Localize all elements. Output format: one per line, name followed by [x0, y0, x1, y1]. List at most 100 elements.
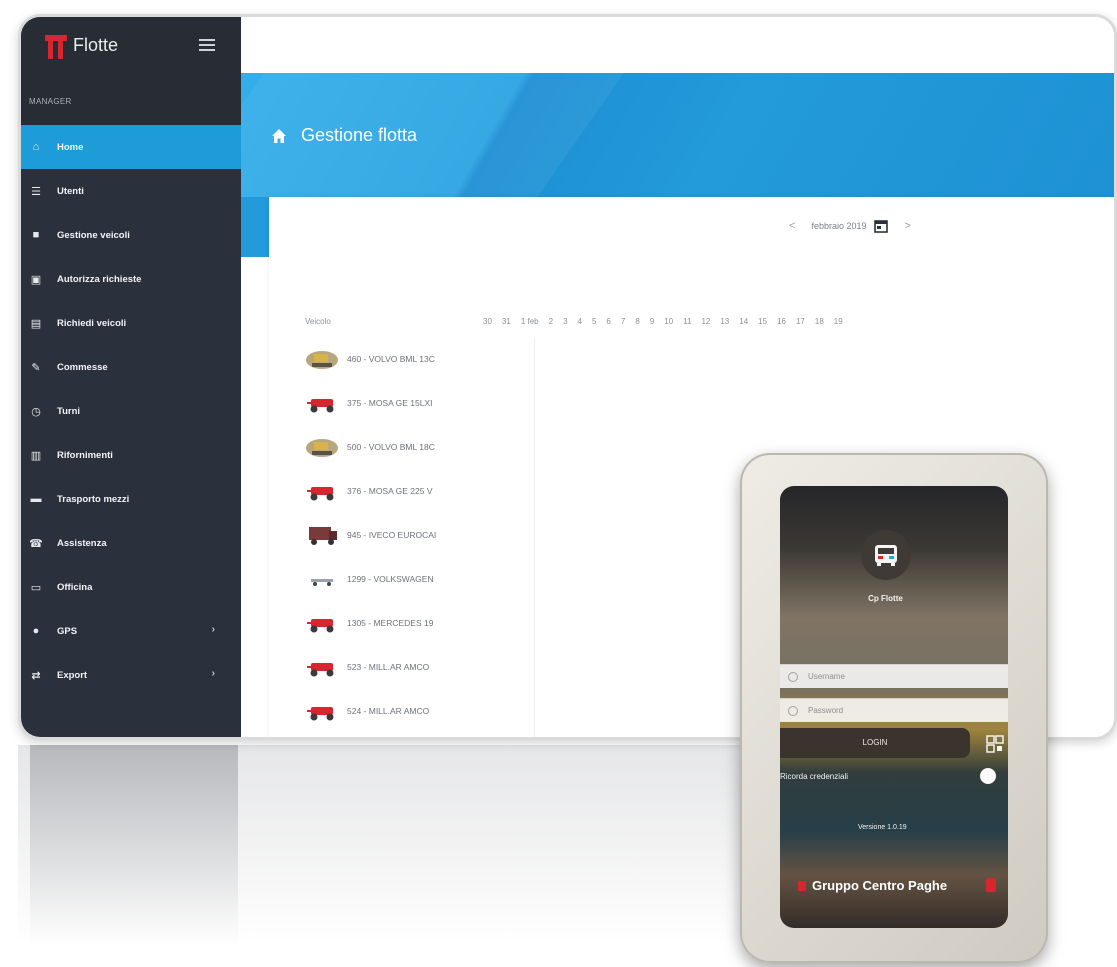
sidebar-item-label: Commesse: [57, 361, 108, 373]
day-headers: 30 31 1 feb 2 3 4 5 6 7 8 9 10 11 12 13 14 15 16 17 18 19: [483, 317, 853, 326]
sidebar-item-turni[interactable]: ◷ Turni: [21, 389, 241, 433]
sidebar-item-gestione-veicoli[interactable]: ■ Gestione veicoli: [21, 213, 241, 257]
sidebar-item-export[interactable]: ⇄ Export ›: [21, 653, 241, 697]
footer-brand-text: Gruppo Centro Paghe: [812, 878, 948, 893]
fuel-icon: ▥: [30, 449, 42, 462]
sidebar-item-label: Export: [57, 669, 88, 681]
car-icon: ■: [32, 229, 40, 241]
vehicle-row[interactable]: 1305 - MERCEDES 19: [305, 601, 436, 645]
vehicle-label: 460 - VOLVO BML 13C: [347, 354, 435, 364]
sidebar-item-gps[interactable]: ● GPS ›: [21, 609, 241, 653]
footer-brand: Gruppo Centro Paghe: [798, 878, 947, 893]
vehicle-row[interactable]: 375 - MOSA GE 15LXI: [305, 381, 436, 425]
sidebar-item-label: Turni: [57, 405, 81, 417]
vehicle-row[interactable]: 376 - MOSA GE 225 V: [305, 469, 436, 513]
username-placeholder: Username: [808, 672, 845, 681]
day-header: 13: [720, 317, 730, 326]
vehicle-label: 1299 - VOLKSWAGEN: [347, 574, 434, 584]
vehicle-row[interactable]: 898 - ATLAS COPCO I: [305, 733, 436, 737]
day-header: 18: [814, 317, 824, 326]
garage-icon: ▭: [30, 581, 42, 594]
version-label: Versione 1.0.19: [858, 824, 907, 831]
day-header: 3: [563, 317, 568, 326]
chevron-right-icon: ›: [211, 668, 215, 679]
home-icon: ⌂: [32, 141, 40, 153]
vehicle-row[interactable]: 500 - VOLVO BML 18C: [305, 425, 436, 469]
month-label: febbraio 2019: [811, 221, 867, 231]
sidebar-item-officina[interactable]: ▭ Officina: [21, 565, 241, 609]
day-header: 11: [683, 317, 692, 326]
brand-mark-right-icon: [986, 878, 996, 892]
vehicle-thumbnail-icon: [305, 480, 339, 502]
vehicle-label: 523 - MILL.AR AMCO: [347, 662, 430, 672]
phone-icon: ☎: [29, 537, 43, 550]
vehicle-list: 460 - VOLVO BML 13C 375 - MOSA GE 15LXI 50…: [305, 337, 436, 737]
app-logo-icon: [861, 530, 911, 580]
sidebar: Flotte MANAGER ⌂ Home ☰ Utenti ■ Gestione vei…: [21, 17, 241, 737]
vehicle-thumbnail-icon: [305, 392, 339, 414]
sidebar-item-assistenza[interactable]: ☎ Assistenza: [21, 521, 241, 565]
day-header: 10: [664, 317, 674, 326]
day-header: 30: [483, 317, 492, 326]
remember-credentials-label: Ricorda credenziali: [780, 772, 849, 781]
vehicle-row[interactable]: 945 - IVECO EUROCAI: [305, 513, 436, 557]
vehicle-label: 375 - MOSA GE 15LXI: [347, 398, 433, 408]
page-title: Gestione flotta: [271, 125, 417, 146]
sidebar-item-rifornimenti[interactable]: ▥ Rifornimenti: [21, 433, 241, 477]
next-month-button[interactable]: >: [904, 220, 910, 232]
qr-code-icon[interactable]: [986, 735, 1004, 753]
sidebar-item-label: Autorizza richieste: [57, 273, 142, 285]
chevron-right-icon: ›: [211, 624, 215, 635]
vehicle-thumbnail-icon: [305, 568, 339, 590]
vehicle-row[interactable]: 1299 - VOLKSWAGEN: [305, 557, 436, 601]
sidebar-item-autorizza-richieste[interactable]: ▣ Autorizza richieste: [21, 257, 241, 301]
password-placeholder: Password: [808, 706, 844, 715]
vehicle-row[interactable]: 460 - VOLVO BML 13C: [305, 337, 436, 381]
phone-mockup: Cp Flotte Username Password LOGIN Ricord…: [740, 453, 1048, 963]
remember-credentials-toggle[interactable]: [980, 768, 996, 784]
clock-icon: ◷: [31, 405, 41, 418]
sidebar-item-label: Gestione veicoli: [57, 229, 130, 241]
sidebar-nav: ⌂ Home ☰ Utenti ■ Gestione veicoli ▣ Autorizza …: [21, 125, 241, 697]
sidebar-item-commesse[interactable]: ✎ Commesse: [21, 345, 241, 389]
vehicle-label: 500 - VOLVO BML 18C: [347, 442, 435, 452]
lock-icon: [788, 705, 798, 716]
sidebar-item-label: Richiedi veicoli: [57, 317, 127, 329]
truck-icon: ▬: [30, 493, 42, 505]
app-name: Flotte: [73, 35, 119, 55]
mobile-login-screen: Cp Flotte Username Password LOGIN Ricord…: [780, 486, 1008, 928]
vehicle-thumbnail-icon: [305, 524, 339, 546]
day-header: 17: [795, 317, 805, 326]
day-header: 6: [606, 317, 611, 326]
page-title-text: Gestione flotta: [301, 125, 418, 145]
menu-toggle-icon[interactable]: [199, 39, 215, 53]
day-header: 31: [501, 317, 511, 326]
password-field[interactable]: Password: [780, 698, 1008, 722]
day-header: 15: [758, 317, 768, 326]
sidebar-item-home[interactable]: ⌂ Home: [21, 125, 241, 169]
sidebar-item-label: Home: [57, 141, 84, 153]
inbox-icon: ▣: [30, 273, 42, 286]
prev-month-button[interactable]: <: [789, 220, 795, 232]
page-banner: Gestione flotta: [241, 73, 1114, 197]
vehicle-column-header: Veicolo: [305, 317, 331, 326]
mobile-app-name: Cp Flotte: [868, 594, 903, 603]
vehicle-row[interactable]: 524 - MILL.AR AMCO: [305, 689, 436, 733]
sidebar-item-trasporto-mezzi[interactable]: ▬ Trasporto mezzi: [21, 477, 241, 521]
vehicle-row[interactable]: 523 - MILL.AR AMCO: [305, 645, 436, 689]
login-button[interactable]: LOGIN: [780, 728, 970, 758]
users-icon: ☰: [31, 185, 41, 198]
sidebar-item-richiedi-veicoli[interactable]: ▤ Richiedi veicoli: [21, 301, 241, 345]
day-header: 12: [701, 317, 711, 326]
calendar-icon[interactable]: [874, 219, 889, 233]
vehicle-label: 524 - MILL.AR AMCO: [347, 706, 430, 716]
sidebar-item-utenti[interactable]: ☰ Utenti: [21, 169, 241, 213]
day-header: 7: [620, 317, 626, 326]
vehicle-thumbnail-icon: [305, 612, 339, 634]
brand-mark-icon: [798, 880, 806, 891]
sidebar-item-label: Officina: [57, 581, 93, 593]
sidebar-item-label: GPS: [57, 625, 78, 637]
username-field[interactable]: Username: [780, 664, 1008, 688]
user-icon: [788, 671, 798, 682]
sidebar-item-label: Trasporto mezzi: [57, 493, 130, 505]
